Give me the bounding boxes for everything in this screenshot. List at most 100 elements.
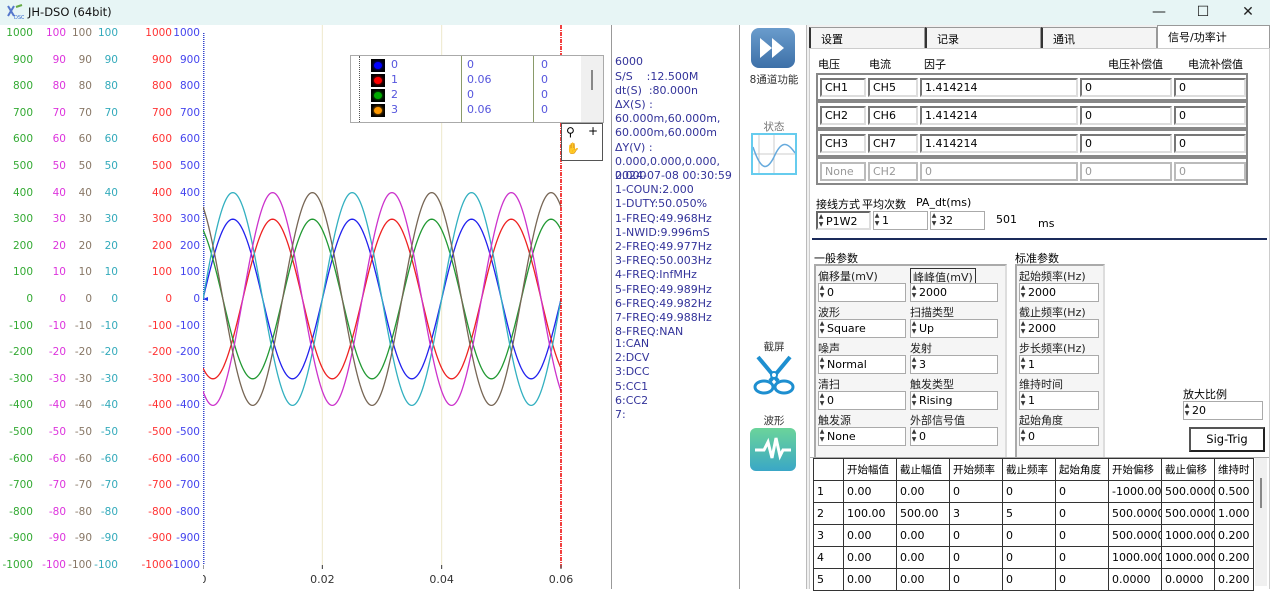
table-cell[interactable]: 3 — [949, 502, 1003, 525]
table-cell[interactable]: 0.00 — [896, 480, 950, 503]
table-row[interactable]: 5 0.00 0.00 0 0 0 0.0000 0.0000 0.200 — [813, 568, 1254, 591]
plus-icon[interactable]: + — [588, 124, 598, 138]
table-row[interactable]: 3 0.00 0.00 0 0 0 500.0000 1000.000 0.200 — [813, 524, 1254, 547]
emit-spinner[interactable]: ▲ ▼ 3 — [910, 355, 998, 374]
tab-records[interactable]: 记录 — [925, 27, 1041, 48]
sweep-spinner[interactable]: ▲ ▼ 0 — [818, 391, 906, 410]
table-cell[interactable]: 5 — [813, 568, 844, 591]
legend-row[interactable]: 3 0.06 0 — [351, 103, 603, 118]
table-cell[interactable]: 0 — [1002, 546, 1056, 569]
maximize-button[interactable]: ☐ — [1181, 2, 1225, 24]
table-cell[interactable]: 0 — [1002, 480, 1056, 503]
table-cell[interactable]: 0.00 — [896, 568, 950, 591]
trigger-type-spinner[interactable]: ▲ ▼ Rising — [910, 391, 998, 410]
table-cell[interactable]: 100.00 — [843, 502, 897, 525]
table-cell[interactable]: 0 — [1002, 524, 1056, 547]
table-cell[interactable]: 0 — [1055, 524, 1109, 547]
table-cell[interactable]: 0 — [1002, 568, 1056, 591]
tab-settings[interactable]: 设置 — [809, 27, 925, 48]
table-cell[interactable]: 500.00 — [896, 502, 950, 525]
i-comp-field[interactable]: 0 — [1174, 134, 1246, 153]
table-cell[interactable]: 0 — [949, 546, 1003, 569]
table-cell[interactable]: 500.0000 — [1161, 502, 1215, 525]
stop-freq-spinner[interactable]: ▲ ▼ 2000 — [1019, 319, 1099, 338]
current-field[interactable]: CH2 — [868, 162, 918, 181]
legend-row[interactable]: 1 0.06 0 — [351, 73, 603, 88]
offset-spinner[interactable]: ▲ ▼ 0 — [818, 283, 906, 302]
legend-row[interactable]: 0 0 0 — [351, 58, 603, 73]
table-row[interactable]: 1 0.00 0.00 0 0 0 -1000.00 500.0000 0.500 — [813, 480, 1254, 503]
zoom-pan-toolbox[interactable]: ⚲ + ✋ — [561, 123, 603, 161]
table-cell[interactable]: 0.00 — [843, 480, 897, 503]
table-cell[interactable]: 0.0000 — [1108, 568, 1162, 591]
table-cell[interactable]: 5 — [1002, 502, 1056, 525]
i-comp-field[interactable]: 0 — [1174, 106, 1246, 125]
table-row[interactable]: 4 0.00 0.00 0 0 0 1000.000 1000.000 0.200 — [813, 546, 1254, 569]
table-cell[interactable]: 500.0000 — [1108, 524, 1162, 547]
factor-field[interactable]: 1.414214 — [920, 134, 1078, 153]
minimize-button[interactable]: — — [1137, 2, 1181, 24]
table-cell[interactable]: 0.200 — [1214, 524, 1254, 547]
voltage-field[interactable]: CH3 — [820, 134, 866, 153]
v-comp-field[interactable]: 0 — [1080, 106, 1172, 125]
table-cell[interactable]: 0.200 — [1214, 546, 1254, 569]
avg-count-spinner[interactable]: ▲ ▼ 1 — [873, 211, 928, 230]
screenshot-button[interactable] — [752, 353, 796, 397]
waveform-spinner[interactable]: ▲ ▼ Square — [818, 319, 906, 338]
tab-signal-power-meter[interactable]: 信号/功率计 — [1157, 25, 1270, 49]
table-cell[interactable]: 0 — [949, 568, 1003, 591]
zoom-icon[interactable]: ⚲ — [566, 125, 575, 139]
table-cell[interactable]: 500.0000 — [1108, 502, 1162, 525]
table-cell[interactable]: 0.00 — [896, 546, 950, 569]
table-cell[interactable]: 1000.000 — [1108, 546, 1162, 569]
v-comp-field[interactable]: 0 — [1080, 134, 1172, 153]
table-cell[interactable]: 1000.000 — [1161, 546, 1215, 569]
peak-spinner[interactable]: ▲ ▼ 2000 — [910, 283, 998, 302]
table-cell[interactable]: -1000.00 — [1108, 480, 1162, 503]
i-comp-field[interactable]: 0 — [1174, 162, 1246, 181]
table-scrollbar[interactable] — [1255, 458, 1267, 586]
channel-legend[interactable]: 0 0 0 1 0.06 0 2 0 0 3 0.06 0 — [350, 55, 604, 123]
oscilloscope-view[interactable]: 1000 900 800 700 600 500 400 300 200 100 0 -100 -200… — [0, 25, 610, 589]
tab-communication[interactable]: 通讯 — [1041, 27, 1157, 48]
trigger-source-spinner[interactable]: ▲ ▼ None — [818, 427, 906, 446]
scale-spinner[interactable]: ▲ ▼ 20 — [1183, 401, 1263, 420]
table-cell[interactable]: 0.00 — [843, 546, 897, 569]
table-cell[interactable]: 0.00 — [896, 524, 950, 547]
sweep-type-spinner[interactable]: ▲ ▼ Up — [910, 319, 998, 338]
table-cell[interactable]: 0 — [1055, 568, 1109, 591]
current-field[interactable]: CH7 — [868, 134, 918, 153]
status-button[interactable] — [751, 133, 797, 175]
hold-time-spinner[interactable]: ▲ ▼ 1 — [1019, 391, 1099, 410]
start-angle-spinner[interactable]: ▲ ▼ 0 — [1019, 427, 1099, 446]
factor-field[interactable]: 0 — [920, 162, 1078, 181]
pa-dt-spinner[interactable]: ▲ ▼ 32 — [930, 211, 985, 230]
current-field[interactable]: CH6 — [868, 106, 918, 125]
ext-signal-spinner[interactable]: ▲ ▼ 0 — [910, 427, 998, 446]
table-cell[interactable]: 1000.000 — [1161, 524, 1215, 547]
table-cell[interactable]: 0 — [1055, 546, 1109, 569]
noise-spinner[interactable]: ▲ ▼ Normal — [818, 355, 906, 374]
table-cell[interactable]: 0.200 — [1214, 568, 1254, 591]
pan-hand-icon[interactable]: ✋ — [566, 142, 580, 155]
factor-field[interactable]: 1.414214 — [920, 106, 1078, 125]
table-cell[interactable]: 0.500 — [1214, 480, 1254, 503]
table-cell[interactable]: 0.00 — [843, 568, 897, 591]
v-comp-field[interactable]: 0 — [1080, 162, 1172, 181]
table-cell[interactable]: 2 — [813, 502, 844, 525]
sweep-table[interactable]: 开始幅值 截止幅值 开始频率 截止频率 起始角度 开始偏移 截止偏移 维持时 1 0.00 0.0… — [813, 458, 1254, 591]
i-comp-field[interactable]: 0 — [1174, 78, 1246, 97]
waveform-button[interactable] — [750, 428, 796, 471]
close-button[interactable]: ✕ — [1226, 2, 1270, 24]
table-cell[interactable]: 0 — [949, 480, 1003, 503]
legend-row[interactable]: 2 0 0 — [351, 88, 603, 103]
table-row[interactable]: 2 100.00 500.00 3 5 0 500.0000 500.0000 1.000 — [813, 502, 1254, 525]
table-cell[interactable]: 1.000 — [1214, 502, 1254, 525]
factor-field[interactable]: 1.414214 — [920, 78, 1078, 97]
voltage-field[interactable]: CH2 — [820, 106, 866, 125]
step-freq-spinner[interactable]: ▲ ▼ 1 — [1019, 355, 1099, 374]
table-cell[interactable]: 4 — [813, 546, 844, 569]
table-cell[interactable]: 3 — [813, 524, 844, 547]
sig-trig-button[interactable]: Sig-Trig — [1189, 427, 1265, 452]
table-cell[interactable]: 0.0000 — [1161, 568, 1215, 591]
